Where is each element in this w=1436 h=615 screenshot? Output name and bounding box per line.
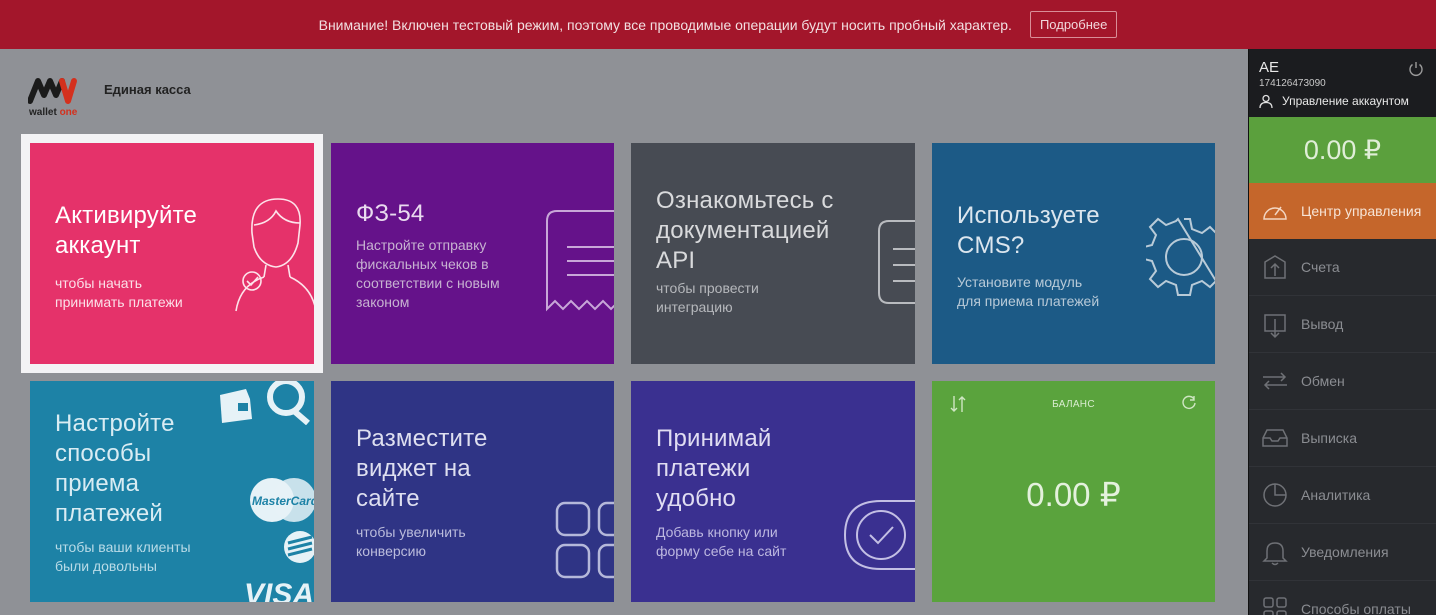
app-title: Единая касса [104, 82, 191, 97]
sidebar-item-exchange[interactable]: Обмен [1249, 353, 1436, 410]
banner-message: Внимание! Включен тестовый режим, поэтом… [318, 16, 1012, 33]
sberbank-icon [284, 531, 314, 563]
tile-title: Ознакомьтесь с документацией API [656, 187, 834, 274]
receipt-icon [546, 210, 614, 312]
document-icon [878, 220, 915, 304]
test-mode-banner: Внимание! Включен тестовый режим, поэтом… [0, 0, 1436, 49]
tile-accept-payments[interactable]: Принимай платежи удобно Добавь кнопку или ф… [631, 381, 915, 602]
more-button[interactable]: Подробнее [1029, 11, 1118, 38]
sidebar-item-notifications[interactable]: Уведомления [1249, 524, 1436, 581]
grid-icon [555, 501, 614, 579]
sidebar-balance[interactable]: 0.00 ₽ [1249, 117, 1436, 183]
balance-label: БАЛАНС [1052, 399, 1095, 410]
mastercard-icon: MasterCard [250, 478, 314, 522]
tile-subtitle: чтобы начать принимать платежи [55, 275, 183, 310]
sidebar-item-control-center[interactable]: Центр управления [1249, 183, 1436, 239]
tile-subtitle: чтобы провести интеграцию [656, 280, 759, 315]
svg-text:MasterCard: MasterCard [252, 494, 314, 508]
tile-subtitle: Установите модуль для приема платежей [957, 274, 1100, 309]
user-check-icon [235, 198, 314, 312]
sidebar-item-invoices[interactable]: Счета [1249, 239, 1436, 296]
tile-balance: БАЛАНС 0.00 ₽ [932, 381, 1215, 602]
tile-widget[interactable]: Разместите виджет на сайте чтобы увеличить… [331, 381, 614, 602]
refresh-icon[interactable] [1181, 395, 1197, 411]
tile-subtitle: чтобы ваши клиенты были довольны [55, 539, 191, 574]
check-button-icon [843, 500, 915, 570]
tile-title: Принимай платежи удобно [656, 425, 772, 512]
grid-icon [1263, 597, 1287, 615]
tile-subtitle: чтобы увеличить конверсию [356, 524, 466, 559]
tile-activate-account[interactable]: Активируйте аккаунт чтобы начать принимать… [30, 143, 314, 364]
visa-icon: VISA [244, 579, 314, 602]
tile-cms[interactable]: Используете CMS? Установите модуль для при… [932, 143, 1215, 364]
power-icon[interactable] [1408, 61, 1424, 77]
tile-title: Настройте способы приема платежей [55, 410, 175, 527]
tile-subtitle: Добавь кнопку или форму себе на сайт [656, 524, 787, 559]
pie-icon [1263, 483, 1287, 507]
logo-wordmark: wallet one [29, 107, 78, 118]
sidebar-item-payment-methods[interactable]: Способы оплаты [1249, 581, 1436, 615]
sidebar-item-withdraw[interactable]: Вывод [1249, 296, 1436, 353]
sidebar: AE 174126473090 Управление аккаунтом 0.0… [1248, 49, 1436, 615]
tile-subtitle: Настройте отправку фискальных чеков в соот… [356, 237, 500, 310]
svg-text:VISA: VISA [244, 579, 314, 602]
tile-title: ФЗ-54 [356, 200, 425, 227]
wallet-icon [220, 389, 252, 423]
bell-icon [1262, 542, 1288, 566]
dashboard-main: wallet one Единая касса Активируйте аккау… [0, 49, 1248, 615]
tray-icon [1262, 429, 1288, 447]
user-id: 174126473090 [1259, 78, 1326, 89]
gear-icon [1146, 217, 1215, 296]
sidebar-item-analytics[interactable]: Аналитика [1249, 467, 1436, 524]
user-icon [1259, 94, 1273, 108]
tile-api-docs[interactable]: Ознакомьтесь с документацией API чтобы про… [631, 143, 915, 364]
wallet-one-logo-icon[interactable] [28, 75, 78, 107]
tile-title: Используете CMS? [957, 202, 1100, 259]
tile-fz54[interactable]: ФЗ-54 Настройте отправку фискальных чеков… [331, 143, 614, 364]
balance-amount: 0.00 ₽ [1026, 476, 1121, 513]
account-management-link[interactable]: Управление аккаунтом [1259, 94, 1436, 108]
tile-title: Разместите виджет на сайте [356, 425, 488, 512]
invoice-icon [1264, 255, 1286, 279]
tile-title: Активируйте аккаунт [55, 202, 198, 259]
tile-payment-methods[interactable]: Настройте способы приема платежей чтобы ваш… [30, 381, 314, 602]
qiwi-icon [267, 381, 310, 425]
exchange-icon [1263, 372, 1287, 390]
gauge-icon [1263, 206, 1287, 220]
withdraw-icon [1264, 314, 1286, 339]
sidebar-item-statement[interactable]: Выписка [1249, 410, 1436, 467]
user-panel: AE 174126473090 Управление аккаунтом [1249, 49, 1436, 117]
